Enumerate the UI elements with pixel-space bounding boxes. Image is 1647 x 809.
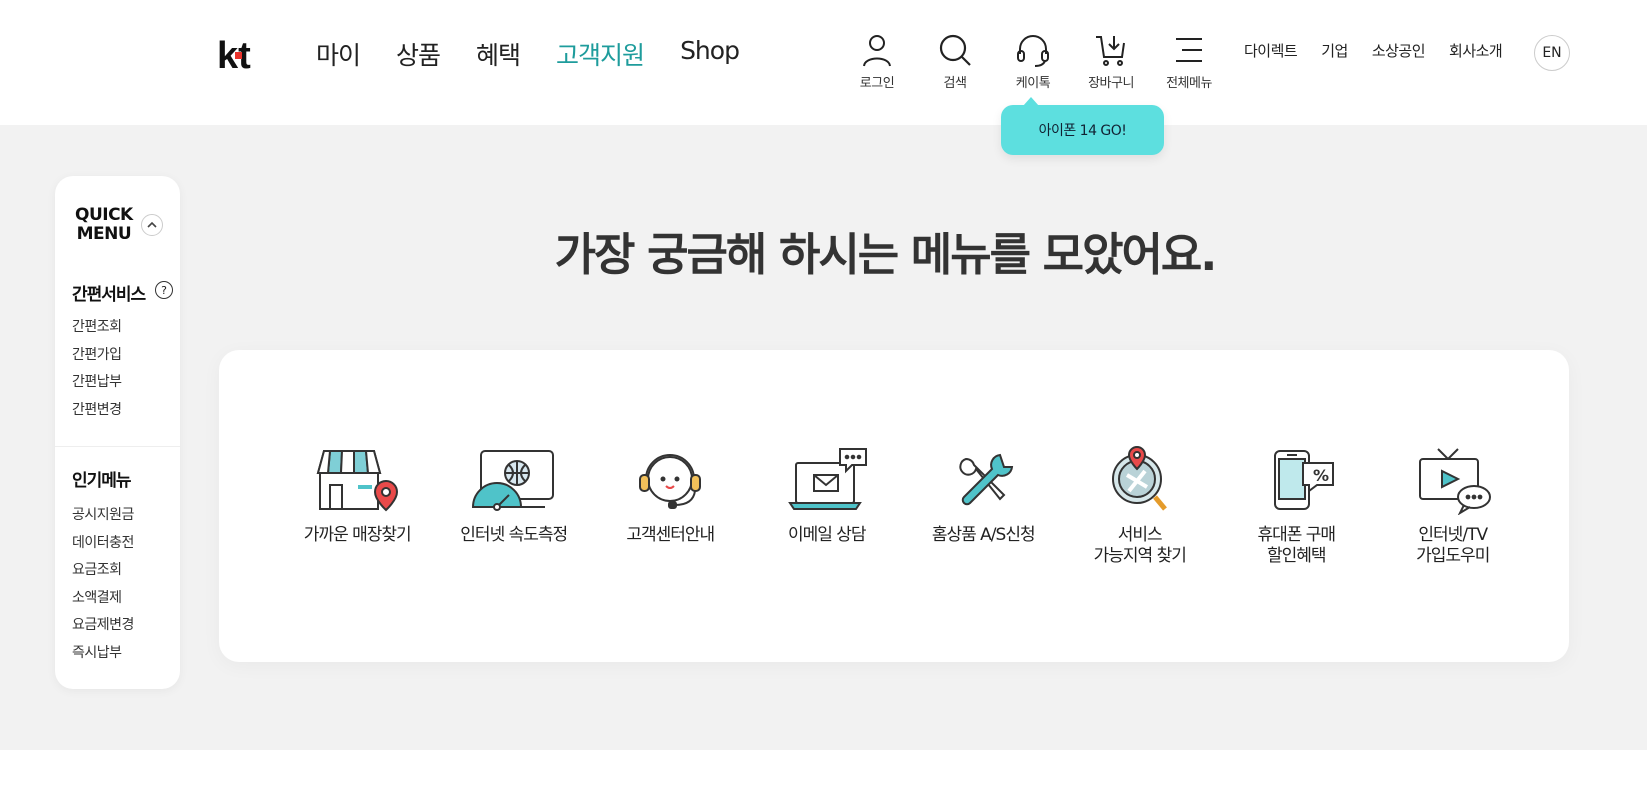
all-menu-label: 전체메뉴 [1166, 76, 1212, 91]
easy-service-item[interactable]: 간편변경 [72, 399, 122, 427]
search-button[interactable]: 검색 [916, 32, 994, 91]
phone-discount-icon: % [1274, 450, 1335, 510]
cart-icon [1096, 36, 1125, 66]
language-button[interactable]: EN [1534, 35, 1570, 71]
top-links: 다이렉트 기업 소상공인 회사소개 [1244, 40, 1503, 61]
coverage-search-icon [1111, 445, 1167, 511]
nav-benefits[interactable]: 혜택 [476, 36, 521, 72]
easy-service-item[interactable]: 간편가입 [72, 344, 122, 372]
link-company[interactable]: 회사소개 [1449, 40, 1503, 61]
menu-label: 홈상품 A/S신청 [931, 525, 1036, 545]
hamburger-menu-icon [1176, 38, 1202, 62]
ktalk-promo-bubble[interactable]: 아이폰 14 GO! [1001, 97, 1164, 155]
menu-phone-discount[interactable]: % 휴대폰 구매 할인혜택 [1218, 445, 1375, 567]
login-button[interactable]: 로그인 [838, 32, 916, 91]
menu-store-finder[interactable]: 가까운 매장찾기 [279, 445, 436, 567]
search-label: 검색 [943, 76, 967, 91]
menu-label: 휴대폰 구매 할인혜택 [1257, 525, 1336, 566]
frequent-menu-card: 가까운 매장찾기 인터넷 속도측정 고객센터안내 이메일 상담 홈상품 A/S신… [219, 350, 1569, 662]
popular-menu-item[interactable]: 데이터충전 [72, 532, 134, 560]
menu-speed-test[interactable]: 인터넷 속도측정 [436, 445, 593, 567]
repair-tools-icon [959, 453, 1014, 506]
speed-test-icon [471, 450, 554, 511]
ktalk-label: 케이톡 [1015, 76, 1051, 91]
cart-label: 장바구니 [1088, 76, 1134, 91]
link-direct[interactable]: 다이렉트 [1244, 40, 1298, 61]
menu-email-consult[interactable]: 이메일 상담 [749, 445, 906, 567]
menu-label: 이메일 상담 [787, 525, 867, 545]
kt-logo[interactable]: kt [217, 36, 261, 76]
menu-service-area[interactable]: 서비스 가능지역 찾기 [1062, 445, 1219, 567]
menu-label: 가까운 매장찾기 [303, 525, 412, 545]
menu-label: 인터넷 속도측정 [460, 525, 568, 545]
help-icon[interactable]: ? [155, 281, 173, 299]
store-location-icon [316, 450, 399, 512]
main-nav: 마이 상품 혜택 고객지원 Shop [316, 36, 740, 72]
popular-menu-list: 공시지원금 데이터충전 요금조회 소액결제 요금제변경 즉시납부 [72, 504, 134, 669]
page-headline: 가장 궁금해 하시는 메뉴를 모았어요. [554, 228, 1218, 281]
menu-label: 인터넷/TV 가입도우미 [1416, 525, 1490, 566]
menu-customer-center[interactable]: 고객센터안내 [592, 445, 749, 567]
nav-customer-support[interactable]: 고객지원 [556, 36, 645, 72]
menu-label: 고객센터안내 [626, 525, 715, 545]
link-small-business[interactable]: 소상공인 [1372, 40, 1426, 61]
headset-icon [1017, 35, 1049, 67]
link-enterprise[interactable]: 기업 [1321, 40, 1348, 61]
cart-button[interactable]: 장바구니 [1072, 32, 1150, 91]
tv-chat-icon [1418, 448, 1491, 515]
menu-internet-tv-helper[interactable]: 인터넷/TV 가입도우미 [1375, 445, 1532, 567]
email-laptop-icon [787, 448, 867, 510]
svg-text:%: % [1313, 466, 1329, 485]
headset-icon [639, 454, 702, 509]
easy-service-list: 간편조회 간편가입 간편납부 간편변경 [72, 316, 122, 426]
popular-menu-heading: 인기메뉴 [72, 471, 132, 491]
popular-menu-item[interactable]: 즉시납부 [72, 642, 134, 670]
all-menu-button[interactable]: 전체메뉴 [1150, 32, 1228, 91]
header: kt 마이 상품 혜택 고객지원 Shop 로그인 검색 케이톡 장바구니 전체… [0, 0, 1647, 125]
quick-menu-divider [55, 446, 180, 447]
user-icon [863, 35, 891, 67]
menu-home-as[interactable]: 홈상품 A/S신청 [905, 445, 1062, 567]
popular-menu-item[interactable]: 요금제변경 [72, 614, 134, 642]
popular-menu-item[interactable]: 요금조회 [72, 559, 134, 587]
search-icon [939, 34, 971, 66]
popular-menu-item[interactable]: 소액결제 [72, 587, 134, 615]
easy-service-heading: 간편서비스 [72, 285, 146, 305]
nav-shop[interactable]: Shop [680, 36, 740, 72]
nav-products[interactable]: 상품 [396, 36, 441, 72]
frequent-menu-list: 가까운 매장찾기 인터넷 속도측정 고객센터안내 이메일 상담 홈상품 A/S신… [279, 445, 1531, 567]
utility-menu: 로그인 검색 케이톡 장바구니 전체메뉴 [838, 32, 1228, 91]
easy-service-item[interactable]: 간편납부 [72, 371, 122, 399]
easy-service-item[interactable]: 간편조회 [72, 316, 122, 344]
menu-label: 서비스 가능지역 찾기 [1093, 525, 1187, 566]
popular-menu-item[interactable]: 공시지원금 [72, 504, 134, 532]
svg-text:kt: kt [217, 36, 251, 76]
ktalk-button[interactable]: 케이톡 [994, 32, 1072, 91]
nav-my[interactable]: 마이 [316, 36, 361, 72]
login-label: 로그인 [859, 76, 895, 91]
